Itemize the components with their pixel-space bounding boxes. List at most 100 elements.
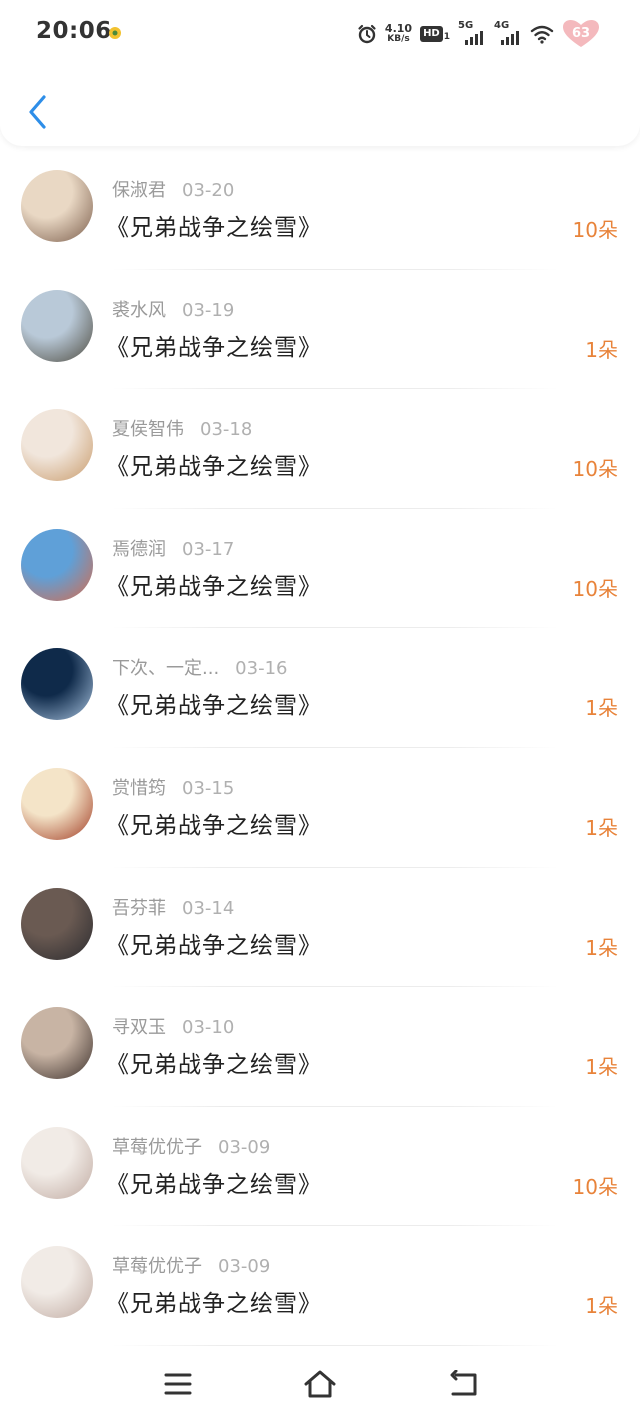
speed-unit: KB/s [387, 34, 410, 44]
header: 20:06 4.10 KB/s HD 1 5G 4G 63 [0, 0, 640, 146]
avatar[interactable] [21, 528, 93, 601]
flower-count: 1朵 [585, 1055, 618, 1080]
sender-meta: 草莓优优子 03-09 [112, 1133, 270, 1159]
gift-date: 03-18 [200, 419, 253, 441]
book-title: 《兄弟战争之绘雪》 [106, 215, 322, 241]
flower-count: 1朵 [585, 935, 618, 960]
list-item[interactable]: 裘水风 03-19 《兄弟战争之绘雪》 1朵 [0, 270, 640, 390]
flower-count: 1朵 [585, 696, 618, 721]
flower-count: 10朵 [572, 1174, 618, 1199]
system-back-button[interactable] [443, 1364, 483, 1404]
sender-name: 草莓优优子 [112, 1136, 202, 1158]
net1-label: 5G [458, 20, 474, 31]
sender-meta: 草莓优优子 03-09 [112, 1252, 270, 1278]
net2-label: 4G [494, 20, 510, 31]
sender-name: 吾芬菲 [112, 897, 166, 919]
alarm-icon [358, 24, 376, 44]
sender-meta: 裘水风 03-19 [112, 296, 234, 322]
list-item[interactable]: 吾芬菲 03-14 《兄弟战争之绘雪》 1朵 [0, 868, 640, 988]
sender-name: 下次、一定... [112, 658, 220, 680]
gift-date: 03-20 [182, 180, 235, 201]
avatar[interactable] [21, 1246, 93, 1319]
book-title: 《兄弟战争之绘雪》 [106, 932, 322, 959]
sender-meta: 赏惜筠 03-15 [112, 774, 234, 800]
flower-count: 10朵 [572, 218, 618, 242]
book-title: 《兄弟战争之绘雪》 [106, 1291, 322, 1318]
flower-count: 1朵 [585, 337, 618, 362]
sender-name: 焉德润 [112, 538, 166, 560]
list-item[interactable]: 草莓优优子 03-09 《兄弟战争之绘雪》 1朵 [0, 1226, 640, 1346]
avatar[interactable] [21, 767, 93, 840]
back-icon [450, 1370, 477, 1396]
list-item[interactable]: 赏惜筠 03-15 《兄弟战争之绘雪》 1朵 [0, 748, 640, 868]
gift-date: 03-19 [182, 299, 235, 321]
avatar[interactable] [21, 648, 93, 721]
system-navbar [0, 1346, 640, 1423]
gift-date: 03-17 [182, 538, 235, 560]
book-title: 《兄弟战争之绘雪》 [106, 334, 322, 361]
sender-meta: 焉德润 03-17 [112, 535, 234, 561]
menu-button[interactable] [158, 1364, 198, 1404]
gift-list: 保淑君 03-20 《兄弟战争之绘雪》 10朵 裘水风 03-19 《兄弟战争之绘雪》 1朵夏… [0, 150, 640, 1346]
back-button[interactable] [18, 88, 58, 136]
hd-icon: HD 1 [420, 26, 450, 42]
home-icon [304, 1370, 336, 1398]
sender-meta: 下次、一定... 03-16 [112, 654, 287, 680]
battery-icon: 63 [562, 19, 600, 49]
wifi-icon [530, 25, 554, 44]
gift-date: 03-10 [182, 1017, 235, 1039]
flower-count: 10朵 [572, 576, 618, 601]
book-title: 《兄弟战争之绘雪》 [106, 693, 322, 720]
gift-date: 03-14 [182, 897, 235, 919]
status-bar: 20:06 4.10 KB/s HD 1 5G 4G 63 [0, 0, 640, 68]
screen: 20:06 4.10 KB/s HD 1 5G 4G 63 保淑君 03-20 … [0, 0, 640, 1423]
list-item[interactable]: 保淑君 03-20 《兄弟战争之绘雪》 10朵 [0, 150, 640, 270]
menu-icon [164, 1373, 192, 1395]
avatar[interactable] [21, 1126, 93, 1199]
list-item[interactable]: 寻双玉 03-10 《兄弟战争之绘雪》 1朵 [0, 987, 640, 1107]
list-item[interactable]: 夏侯智伟 03-18 《兄弟战争之绘雪》 10朵 [0, 389, 640, 509]
signal-5g-icon: 5G [458, 20, 486, 46]
chevron-left-icon [29, 95, 46, 129]
hd-label: HD [420, 26, 443, 42]
book-title: 《兄弟战争之绘雪》 [106, 454, 322, 481]
sender-meta: 夏侯智伟 03-18 [112, 415, 252, 441]
gift-date: 03-09 [218, 1256, 271, 1278]
sender-meta: 吾芬菲 03-14 [112, 894, 234, 920]
hd-sub: 1 [443, 32, 450, 42]
signal-4g-icon: 4G [494, 20, 522, 46]
gift-date: 03-15 [182, 777, 235, 799]
avatar[interactable] [21, 1007, 93, 1080]
sender-name: 裘水风 [112, 299, 166, 321]
gift-date: 03-09 [218, 1136, 271, 1158]
book-title: 《兄弟战争之绘雪》 [106, 812, 322, 839]
sender-meta: 保淑君 03-20 [112, 176, 234, 202]
network-speed: 4.10 KB/s [385, 23, 412, 45]
flower-count: 1朵 [585, 815, 618, 840]
avatar[interactable] [21, 887, 93, 960]
list-item[interactable]: 下次、一定... 03-16 《兄弟战争之绘雪》 1朵 [0, 628, 640, 748]
list-item[interactable]: 焉德润 03-17 《兄弟战争之绘雪》 10朵 [0, 509, 640, 629]
flower-count: 1朵 [585, 1294, 618, 1319]
home-button[interactable] [300, 1364, 340, 1404]
sender-name: 寻双玉 [112, 1017, 166, 1039]
gift-date: 03-16 [235, 658, 288, 680]
flower-count: 10朵 [572, 457, 618, 482]
book-title: 《兄弟战争之绘雪》 [106, 1171, 322, 1198]
status-icons: 4.10 KB/s HD 1 5G 4G 63 [357, 20, 600, 48]
book-title: 《兄弟战争之绘雪》 [106, 573, 322, 600]
status-time: 20:06 [36, 18, 112, 44]
sender-meta: 寻双玉 03-10 [112, 1013, 234, 1039]
sender-name: 草莓优优子 [112, 1256, 202, 1278]
sender-name: 赏惜筠 [112, 777, 166, 799]
book-title: 《兄弟战争之绘雪》 [106, 1052, 322, 1079]
sender-name: 保淑君 [112, 180, 166, 201]
notification-dot-icon [109, 27, 121, 39]
speed-value: 4.10 [384, 22, 413, 35]
avatar[interactable] [21, 409, 93, 482]
battery-level: 63 [571, 26, 591, 41]
avatar[interactable] [21, 289, 93, 362]
list-item[interactable]: 草莓优优子 03-09 《兄弟战争之绘雪》 10朵 [0, 1107, 640, 1227]
sender-name: 夏侯智伟 [112, 419, 184, 441]
avatar[interactable] [21, 170, 93, 242]
